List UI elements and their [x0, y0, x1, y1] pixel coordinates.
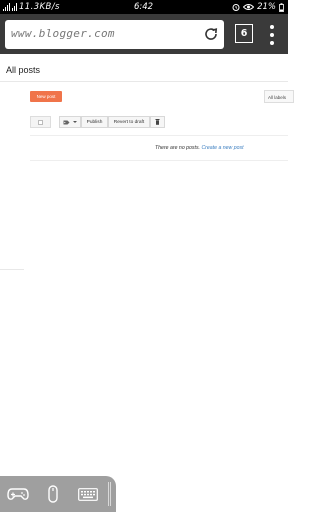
eye-icon: [243, 4, 255, 10]
empty-state-message: There are no posts. Create a new post: [155, 145, 244, 151]
chevron-down-icon: [73, 121, 77, 123]
battery-icon: [279, 2, 284, 12]
create-post-link[interactable]: Create a new post: [201, 145, 243, 151]
mouse-icon: [48, 485, 58, 503]
status-left: 11.3KB/s: [3, 2, 60, 12]
mouse-button[interactable]: [44, 483, 62, 505]
page-title: All posts: [6, 65, 41, 75]
battery-percent: 21%: [257, 2, 276, 12]
keyboard-button[interactable]: [76, 483, 100, 505]
signal-icon: [3, 3, 10, 11]
divider: [0, 269, 24, 270]
clock: 6:42: [134, 2, 154, 12]
trash-icon: [155, 119, 160, 125]
status-right: 21%: [232, 2, 284, 12]
label-dropdown-button[interactable]: [59, 116, 81, 128]
network-speed: 11.3KB/s: [19, 2, 60, 12]
signal-icon-2: [12, 3, 17, 11]
url-text[interactable]: www.blogger.com: [11, 27, 115, 40]
tab-switcher-button[interactable]: 6: [235, 24, 253, 43]
overflow-menu-icon[interactable]: [268, 25, 276, 45]
keyboard-icon: [78, 487, 98, 501]
browser-toolbar: www.blogger.com 6: [0, 14, 288, 54]
gamepad-button[interactable]: [6, 483, 30, 505]
revert-to-draft-button[interactable]: Revert to draft: [108, 116, 150, 128]
empty-state-text: There are no posts.: [155, 145, 200, 151]
status-bar: 11.3KB/s 6:42 21%: [0, 0, 288, 14]
new-post-button[interactable]: New post: [30, 91, 62, 102]
alarm-icon: [232, 4, 240, 11]
page-header: All posts: [0, 54, 288, 82]
divider: [30, 135, 288, 136]
all-labels-button[interactable]: All labels: [264, 90, 294, 103]
delete-button[interactable]: [150, 116, 165, 128]
select-all-checkbox[interactable]: [30, 116, 51, 128]
reload-icon[interactable]: [203, 26, 219, 42]
drag-handle[interactable]: [108, 482, 112, 506]
floating-input-toolbar: [0, 476, 116, 512]
divider: [30, 160, 288, 161]
address-bar[interactable]: www.blogger.com: [5, 20, 224, 49]
publish-button[interactable]: Publish: [81, 116, 108, 128]
tag-icon: [63, 120, 70, 124]
gamepad-icon: [7, 488, 29, 500]
